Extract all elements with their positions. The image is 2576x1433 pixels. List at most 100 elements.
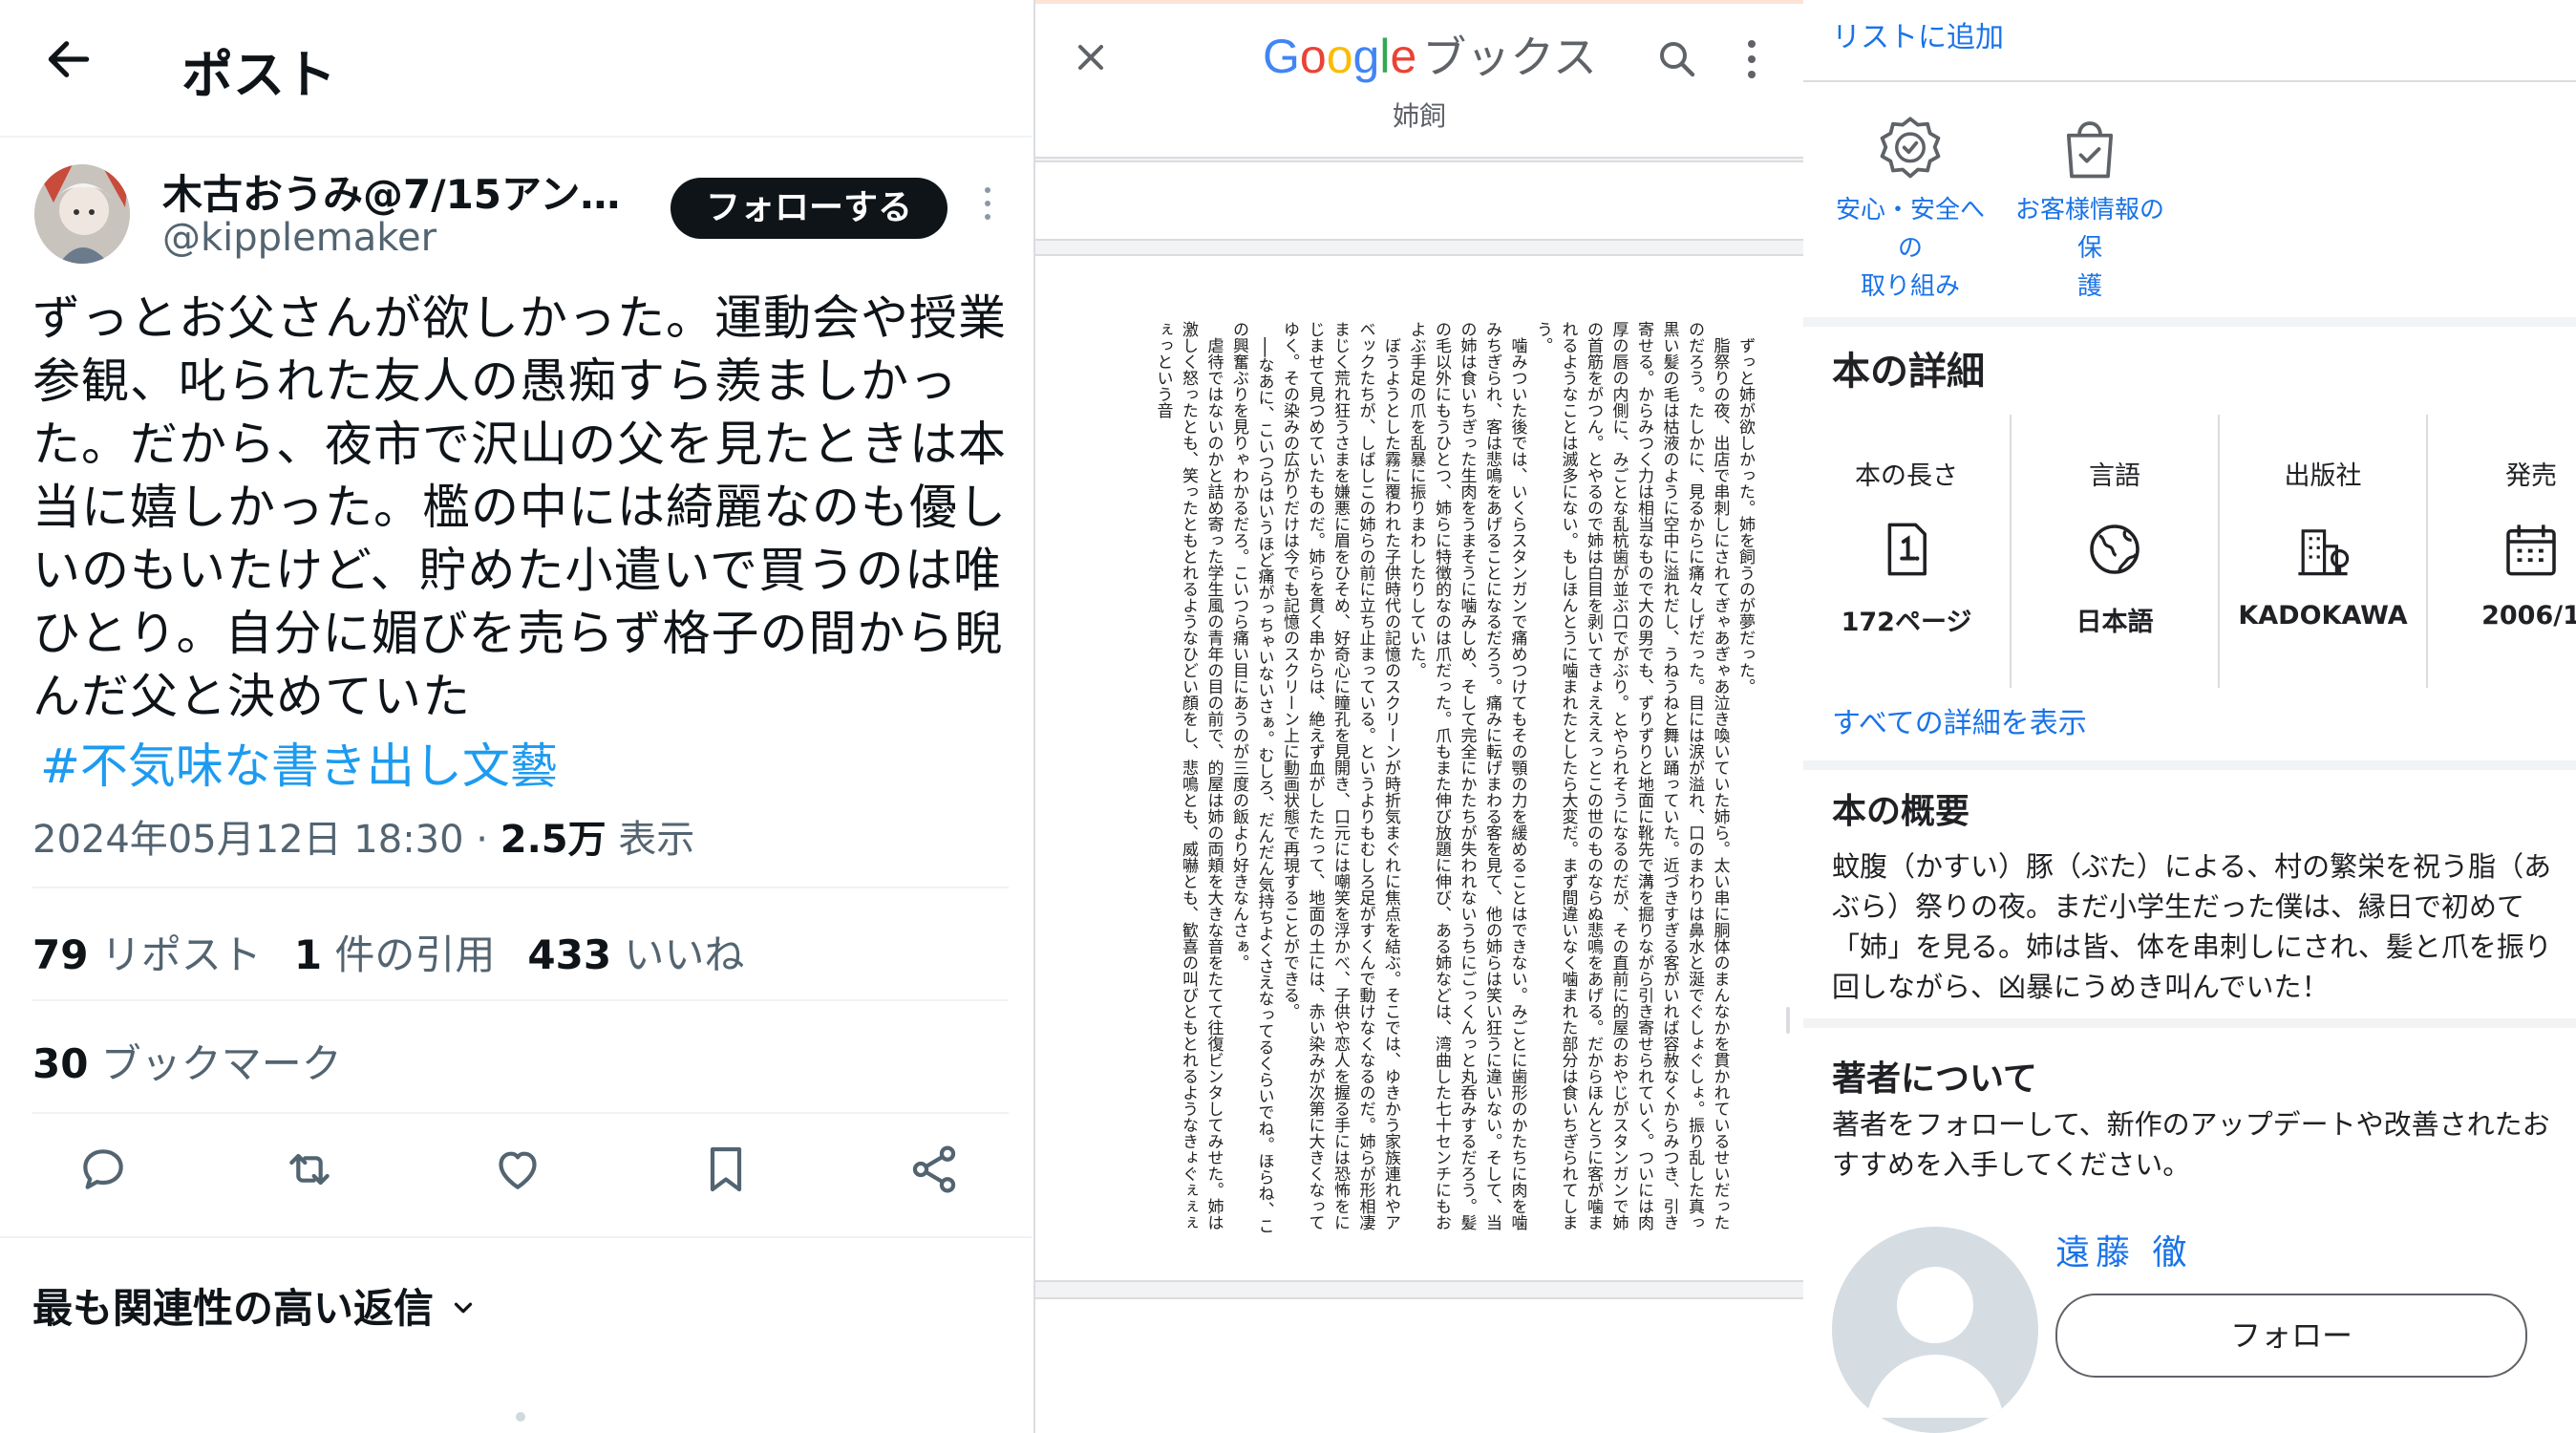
detail-page-count[interactable]: 本の長さ 172ページ — [1803, 415, 2012, 688]
arrow-left-icon — [48, 41, 90, 77]
reposts-stat[interactable]: 79 リポスト — [32, 931, 262, 978]
more-options-icon[interactable] — [976, 187, 999, 231]
previous-page-strip[interactable] — [1035, 160, 1803, 241]
next-page-strip[interactable] — [1035, 1297, 1803, 1433]
post-text-line: 参観、叱られた友人の愚痴すら羨ましかっ — [32, 353, 958, 409]
post-text-line: ずっとお父さんが欲しかった。運動会や授業 — [32, 290, 1007, 346]
author-avatar[interactable] — [1832, 1227, 2038, 1433]
scrollbar-handle[interactable] — [1786, 1007, 1790, 1034]
avatar[interactable] — [34, 164, 130, 264]
engagement-stats: 79 リポスト 1 件の引用 433 いいね — [32, 923, 744, 981]
hashtag-link[interactable]: #不気味な書き出し文藝 — [40, 728, 558, 797]
repost-icon — [289, 1153, 330, 1186]
quotes-count: 1 — [293, 931, 323, 978]
summary-title: 本の概要 — [1832, 792, 1970, 831]
divider — [32, 887, 1009, 888]
summary-text: 蚊腹（かすい）豚（ぶた）による、村の繁栄を祝う脂（あぶら）祭りの夜。まだ小学生だ… — [1832, 850, 2552, 1003]
reply-sort-label: 最も関連性の高い返信 — [32, 1285, 435, 1332]
google-wordmark: Google — [1263, 30, 1417, 83]
action-bar — [0, 1143, 1032, 1209]
add-to-list-link[interactable]: リストに追加 — [1832, 13, 2004, 55]
more-options-icon[interactable] — [1742, 40, 1761, 86]
detail-value: 2006/1 — [2481, 601, 2576, 631]
post-text-line: いのもいたけど、貯めた小遣いで買うのは唯 — [32, 543, 1002, 598]
post-header: ポスト — [0, 0, 1032, 138]
page-paragraph: ずっと姉が欲しかった。姉を飼うのが夢だった。 — [1735, 337, 1755, 695]
page-paragraph: 虐待ではないのかと詰め寄った学生風の青年の目の前で、的屋は姉の両頬を大きな音をた… — [1153, 321, 1224, 1230]
globe-icon — [2084, 519, 2145, 580]
likes-count: 433 — [527, 931, 612, 978]
close-icon — [1077, 44, 1104, 71]
post-text-line: 当に嬉しかった。檻の中には綺麗なのも優し — [32, 480, 1007, 535]
quotes-label: 件の引用 — [322, 931, 496, 978]
privacy-badge[interactable]: お客様情報の保 護 — [2004, 113, 2176, 306]
badge-label: お客様情報の保 — [2014, 196, 2164, 263]
share-button[interactable] — [907, 1143, 965, 1200]
close-button[interactable] — [1070, 36, 1127, 94]
author-name-link[interactable]: 遠藤 徹 — [2055, 1225, 2192, 1274]
detail-label: 出版社 — [2284, 461, 2362, 491]
detail-label: 言語 — [2089, 461, 2140, 491]
detail-release-date[interactable]: 発売 2006/1 — [2428, 415, 2576, 688]
reply-icon — [83, 1149, 123, 1189]
likes-stat[interactable]: 433 いいね — [527, 931, 744, 978]
person-placeholder-icon — [1866, 1267, 2004, 1418]
badge-label: 安心・安全への — [1835, 196, 1985, 263]
reply-sort-dropdown[interactable]: 最も関連性の高い返信 — [32, 1276, 478, 1335]
bookmarks-count: 30 — [32, 1040, 89, 1087]
building-icon — [2292, 519, 2353, 580]
page-count-icon — [1876, 519, 1937, 580]
views-count: 2.5万 — [500, 818, 607, 862]
reposts-count: 79 — [32, 931, 89, 978]
like-button[interactable] — [491, 1143, 548, 1200]
timestamp-text[interactable]: 2024年05月12日 18:30 · — [32, 818, 500, 862]
reply-button[interactable] — [76, 1143, 134, 1200]
follow-button[interactable]: フォローする — [671, 178, 947, 239]
book-page[interactable]: ずっと姉が欲しかった。姉を飼うのが夢だった。 脂祭りの夜、出店で串刺しにされてぎ… — [1035, 254, 1803, 1282]
reposts-label: リポスト — [88, 931, 262, 978]
details-title: 本の詳細 — [1832, 350, 1985, 394]
author-handle[interactable]: @kipplemaker — [162, 216, 436, 260]
section-divider — [1803, 317, 2576, 327]
page-text: ずっと姉が欲しかった。姉を飼うのが夢だった。 脂祭りの夜、出店で串刺しにされてぎ… — [1089, 321, 1757, 1236]
author-name[interactable]: 木古おうみ@7/15アンソ… — [162, 162, 640, 221]
quotes-stat[interactable]: 1 件の引用 — [294, 931, 496, 978]
details-panel: リストに追加 安心・安全への 取り組み お客様情報の保 護 本の詳細 本の長さ … — [1803, 0, 2576, 1433]
page-paragraph: ぼうようとした霧に覆われた子供時代の記憶のスクリーンが時折気まぐれに焦点を結ぶ。… — [1280, 321, 1400, 1230]
all-details-link[interactable]: すべての詳細を表示 — [1832, 699, 2087, 741]
scroll-indicator — [516, 1412, 525, 1422]
product-name: ブックス — [1422, 32, 1597, 83]
page-paragraph: ──なあに、こいつらはいうほど痛がっちゃいないさぁ。むしろ、だんだん気持ちよくさ… — [1229, 321, 1274, 1234]
divider — [32, 1112, 1009, 1114]
post-text-line: ひとり。自分に媚びを売らず格子の間から睨 — [32, 606, 1004, 661]
divider — [32, 999, 1009, 1001]
search-button[interactable] — [1654, 36, 1700, 82]
share-icon — [912, 1145, 956, 1193]
bookmark-button[interactable] — [699, 1143, 756, 1200]
reply-section: 最も関連性の高い返信 — [0, 1236, 1032, 1433]
bookmark-icon — [710, 1146, 742, 1192]
detail-language[interactable]: 言語 日本語 — [2012, 415, 2220, 688]
book-title: 姉飼 — [1392, 100, 1446, 132]
detail-publisher[interactable]: 出版社 KADOKAWA — [2220, 415, 2428, 688]
heart-icon — [499, 1151, 537, 1189]
about-author-text: 著者をフォローして、新作のアップデートや改善されたおすすめを入手してください。 — [1832, 1108, 2550, 1181]
detail-label: 発売 — [2505, 461, 2557, 491]
page-paragraph: 噛みついた後では、いくらスタンガンで痛めつけてもその顎の力を緩めることはできない… — [1406, 321, 1527, 1230]
detail-label: 本の長さ — [1855, 461, 1958, 491]
page-paragraph: 脂祭りの夜、出店で串刺しにされてぎゃあぎゃあ泣き喚いていた姉ら。太い串に胴体のま… — [1533, 321, 1730, 1230]
repost-button[interactable] — [283, 1143, 340, 1200]
reader-panel: Google ブックス 姉飼 ずっと姉が欲しかった。姉を飼うのが夢だった。 脂祭り… — [1033, 0, 1805, 1433]
post-text-line: た。だから、夜市で沢山の父を見たときは本 — [32, 417, 1007, 472]
post-panel: ポスト 木古おうみ@7/15アンソ… @kipplemaker フォローする ず… — [0, 0, 1032, 1433]
likes-label: いいね — [611, 931, 745, 978]
shopping-bag-check-icon — [2054, 113, 2126, 185]
follow-author-button[interactable]: フォロー — [2055, 1294, 2527, 1378]
google-books-logo: Google ブックス — [1263, 23, 1597, 86]
chevron-down-icon — [449, 1285, 478, 1332]
back-button[interactable] — [42, 32, 103, 99]
page-title: ポスト — [181, 45, 336, 105]
section-divider — [1803, 1018, 2576, 1028]
bookmarks-stat[interactable]: 30 ブックマーク — [32, 1032, 342, 1090]
safety-badge[interactable]: 安心・安全への 取り組み — [1824, 113, 1996, 306]
